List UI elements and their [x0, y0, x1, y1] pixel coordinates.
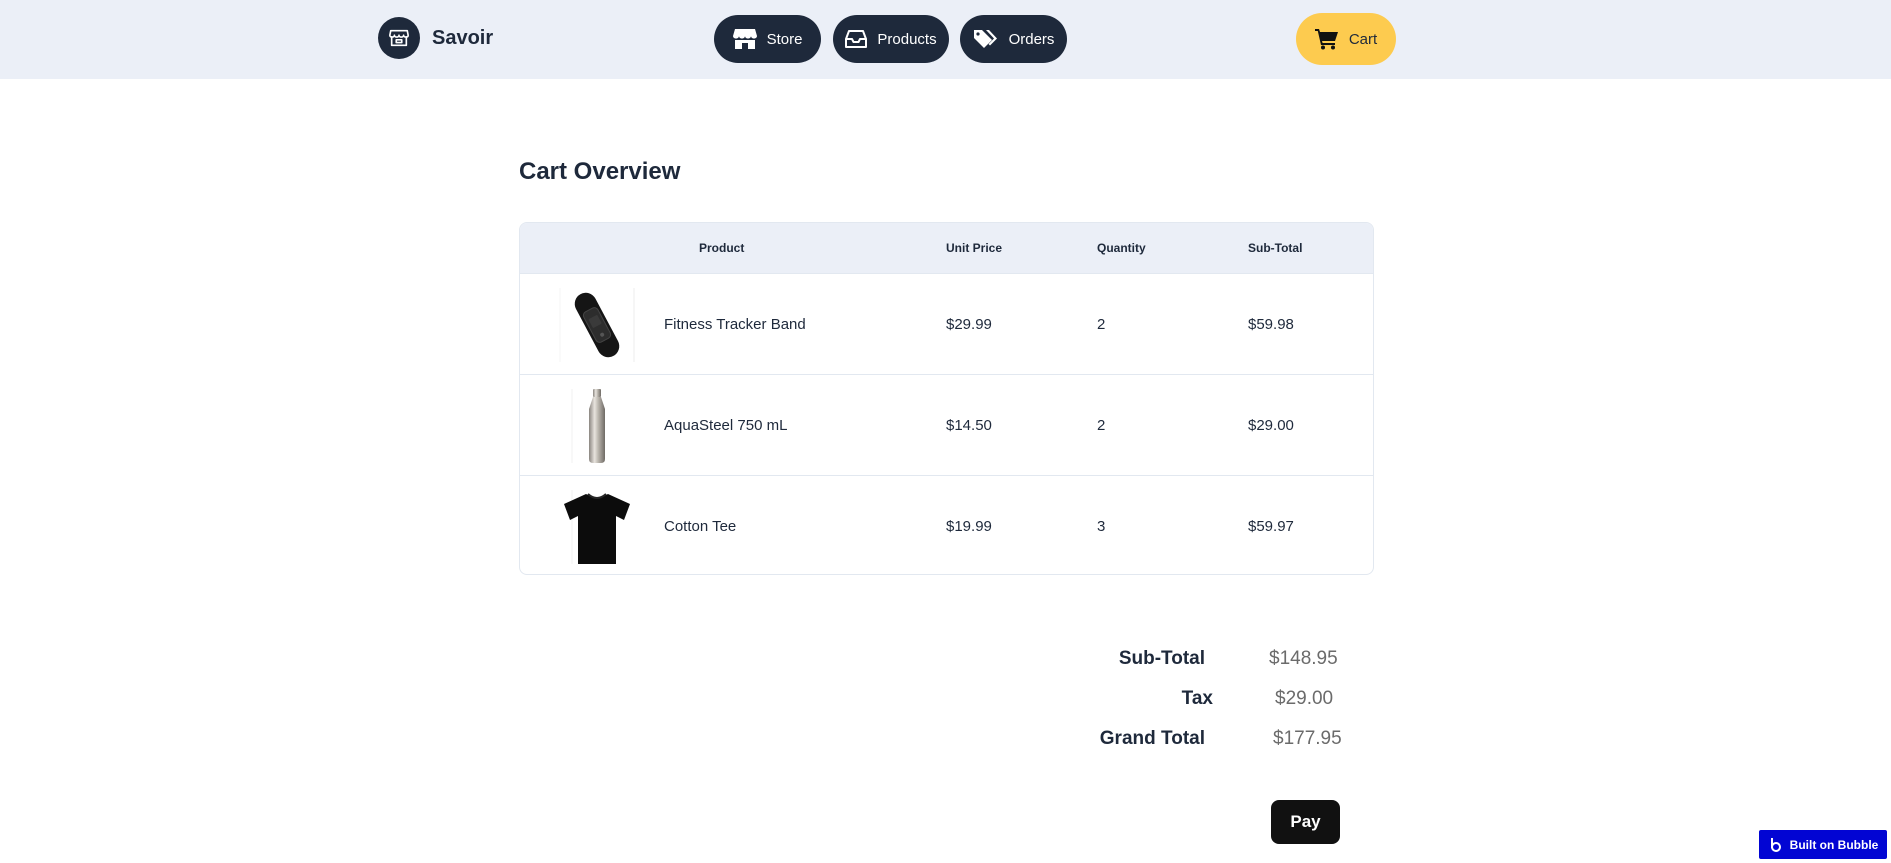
quantity: 2: [1097, 316, 1106, 333]
column-header-subtotal: Sub-Total: [1248, 241, 1303, 255]
unit-price: $19.99: [946, 518, 992, 535]
nav-products-button[interactable]: Products: [833, 15, 949, 63]
column-header-quantity: Quantity: [1097, 241, 1146, 255]
store-icon: [378, 17, 420, 59]
shopping-cart-icon: [1314, 29, 1338, 50]
product-name: Fitness Tracker Band: [664, 316, 806, 333]
top-navigation-bar: Savoir Store Products Orders Cart: [0, 0, 1891, 79]
nav-store-button[interactable]: Store: [714, 15, 821, 63]
steel-bottle-image: [558, 387, 636, 465]
bubble-logo-icon: [1770, 837, 1781, 852]
cart-label: Cart: [1348, 30, 1378, 48]
subtotal-label: Sub-Total: [1118, 648, 1205, 669]
row-subtotal: $59.98: [1248, 316, 1294, 333]
grand-total-label: Grand Total: [1099, 728, 1205, 749]
table-row: AquaSteel 750 mL $14.50 2 $29.00: [520, 374, 1373, 475]
row-subtotal: $59.97: [1248, 518, 1294, 535]
product-name: AquaSteel 750 mL: [664, 417, 788, 434]
tax-label: Tax: [1181, 688, 1213, 709]
cart-button[interactable]: Cart: [1296, 13, 1396, 65]
row-subtotal: $29.00: [1248, 417, 1294, 434]
badge-label: Built on Bubble: [1789, 837, 1879, 852]
nav-orders-label: Orders: [1008, 30, 1055, 48]
table-row: Fitness Tracker Band $29.99 2 $59.98: [520, 273, 1373, 374]
nav-store-label: Store: [766, 30, 803, 48]
fitness-band-image: [558, 286, 636, 364]
tax-value: $29.00: [1275, 688, 1334, 709]
table-header: Product Unit Price Quantity Sub-Total: [520, 223, 1373, 273]
brand[interactable]: Savoir: [378, 17, 493, 59]
pay-button[interactable]: Pay: [1271, 800, 1340, 844]
page-title: Cart Overview: [519, 158, 681, 185]
table-row: Cotton Tee $19.99 3 $59.97: [520, 475, 1373, 574]
quantity: 2: [1097, 417, 1106, 434]
tags-icon: [973, 30, 997, 48]
inbox-tray-icon: [845, 30, 868, 48]
grand-total-value: $177.95: [1273, 728, 1342, 749]
quantity: 3: [1097, 518, 1106, 535]
storefront-icon: [732, 29, 757, 49]
cart-table: Product Unit Price Quantity Sub-Total Fi…: [519, 222, 1374, 575]
subtotal-value: $148.95: [1269, 648, 1338, 669]
unit-price: $29.99: [946, 316, 992, 333]
unit-price: $14.50: [946, 417, 992, 434]
built-on-bubble-badge[interactable]: Built on Bubble: [1759, 830, 1887, 859]
brand-name: Savoir: [432, 26, 494, 49]
column-header-unit-price: Unit Price: [946, 241, 1003, 255]
nav-orders-button[interactable]: Orders: [960, 15, 1067, 63]
nav-products-label: Products: [877, 30, 937, 48]
black-tshirt-image: [558, 488, 636, 566]
product-name: Cotton Tee: [664, 518, 737, 535]
column-header-product: Product: [699, 241, 745, 255]
